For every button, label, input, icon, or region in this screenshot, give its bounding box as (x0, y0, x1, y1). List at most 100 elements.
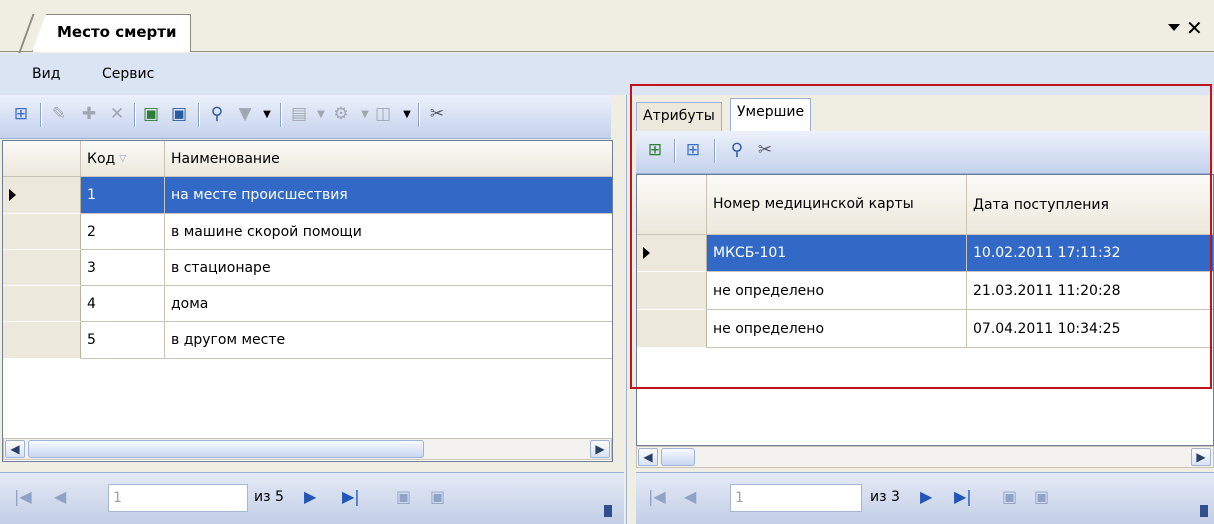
document-tab[interactable]: Место смерти (32, 14, 192, 52)
edit-icon[interactable]: ✎ (48, 103, 70, 125)
right-grid: Номер медицинской карты Дата поступления… (636, 174, 1214, 446)
column-header-name[interactable]: Наименование (165, 141, 612, 177)
scroll-right-icon[interactable]: ▶ (590, 440, 610, 458)
menu-view[interactable]: Вид (32, 66, 60, 82)
delete-icon[interactable]: ✕ (106, 103, 128, 125)
next-record-icon[interactable]: ▶ (304, 487, 316, 506)
expand-icon[interactable]: ⊞ (644, 139, 666, 161)
delete-record-icon[interactable]: ▣ (1034, 487, 1049, 506)
navigator-options-icon[interactable] (1200, 505, 1208, 517)
close-icon[interactable]: ✕ (1186, 16, 1203, 40)
filter-icon[interactable]: ▼ (234, 103, 256, 125)
save-all-icon[interactable]: ▣ (168, 103, 190, 125)
cell-admission-date[interactable]: 07.04.2011 10:34:25 (967, 310, 1213, 348)
cell-name[interactable]: на месте происшествия (165, 177, 612, 214)
row-selector[interactable] (3, 286, 81, 322)
window-menu-dropdown-icon[interactable] (1168, 24, 1180, 31)
left-toolbar: ⊞ ✎ ✚ ✕ ▣ ▣ ⚲ ▼ ▼ ▤ ▼ ⚙ ▼ ◫ ▼ ✂ (0, 95, 611, 139)
cell-name[interactable]: в стационаре (165, 250, 612, 286)
toolbar-separator (418, 103, 420, 127)
binoculars-icon[interactable]: ⚲ (726, 139, 748, 161)
tools-icon[interactable]: ✂ (426, 103, 448, 125)
toolbar-separator (674, 139, 676, 163)
row-selector[interactable] (3, 177, 81, 214)
last-record-icon[interactable]: ▶| (342, 487, 360, 506)
sort-indicator-icon: ▽ (119, 153, 127, 164)
first-record-icon[interactable]: |◀ (648, 487, 666, 506)
right-toolbar: ⊞ ⊞ ⚲ ✂ (636, 131, 1212, 174)
scroll-thumb[interactable] (661, 448, 695, 466)
row-selector[interactable] (637, 310, 707, 348)
horizontal-scrollbar[interactable]: ◀ ▶ (3, 438, 612, 460)
row-selector[interactable] (637, 272, 707, 310)
cell-code[interactable]: 4 (81, 286, 165, 322)
insert-record-icon[interactable]: ▣ (396, 487, 411, 506)
scroll-thumb[interactable] (28, 440, 424, 458)
cell-name[interactable]: в другом месте (165, 322, 612, 359)
refresh-grid-icon[interactable]: ⊞ (10, 103, 32, 125)
row-selector[interactable] (3, 322, 81, 359)
record-count-label: из 3 (870, 489, 900, 505)
delete-record-icon[interactable]: ▣ (430, 487, 445, 506)
menu-service[interactable]: Сервис (102, 66, 154, 82)
first-record-icon[interactable]: |◀ (14, 487, 32, 506)
tab-edge (18, 14, 35, 54)
menu-bar: Вид Сервис (0, 53, 626, 95)
row-selector[interactable] (3, 250, 81, 286)
tab-attributes[interactable]: Атрибуты (636, 102, 722, 131)
tools-icon[interactable]: ✂ (754, 139, 776, 161)
row-selector[interactable] (3, 214, 81, 250)
record-count-label: из 5 (254, 489, 284, 505)
scroll-left-icon[interactable]: ◀ (638, 448, 658, 466)
row-selector[interactable] (637, 235, 707, 272)
scroll-left-icon[interactable]: ◀ (5, 440, 25, 458)
last-record-icon[interactable]: ▶| (954, 487, 972, 506)
scroll-right-icon[interactable]: ▶ (1191, 448, 1211, 466)
cell-name[interactable]: в машине скорой помощи (165, 214, 612, 250)
chevron-down-icon[interactable]: ▼ (310, 103, 332, 125)
chevron-down-icon[interactable]: ▼ (256, 103, 278, 125)
toolbar-separator (714, 139, 716, 163)
right-record-navigator: |◀ ◀ 1 из 3 ▶ ▶| ▣ ▣ (636, 472, 1214, 524)
grid-header: Код ▽ Наименование (3, 141, 612, 177)
next-record-icon[interactable]: ▶ (920, 487, 932, 506)
document-icon[interactable]: ▤ (288, 103, 310, 125)
cell-code[interactable]: 3 (81, 250, 165, 286)
tab-deceased[interactable]: Умершие (730, 98, 812, 131)
horizontal-scrollbar[interactable]: ◀ ▶ (636, 446, 1214, 468)
cell-code[interactable]: 5 (81, 322, 165, 359)
add-icon[interactable]: ✚ (78, 103, 100, 125)
cell-code[interactable]: 2 (81, 214, 165, 250)
gear-icon[interactable]: ⚙ (330, 103, 352, 125)
record-number-input[interactable]: 1 (730, 484, 862, 512)
toolbar-separator (134, 103, 136, 127)
binoculars-icon[interactable]: ⚲ (206, 103, 228, 125)
cell-card-number[interactable]: не определено (707, 272, 967, 310)
cell-code[interactable]: 1 (81, 177, 165, 214)
record-number-input[interactable]: 1 (108, 484, 248, 512)
toolbar-separator (280, 103, 282, 127)
left-grid: Код ▽ Наименование 1 на месте происшестви… (2, 140, 613, 462)
windows-icon[interactable]: ◫ (372, 103, 394, 125)
chevron-down-icon[interactable]: ▼ (396, 103, 418, 125)
prev-record-icon[interactable]: ◀ (54, 487, 66, 506)
grid-header: Номер медицинской карты Дата поступления (637, 175, 1213, 235)
cell-card-number[interactable]: МКСБ-101 (707, 235, 967, 272)
cell-card-number[interactable]: не определено (707, 310, 967, 348)
refresh-grid-icon[interactable]: ⊞ (682, 139, 704, 161)
cell-name[interactable]: дома (165, 286, 612, 322)
cell-admission-date[interactable]: 10.02.2011 17:11:32 (967, 235, 1213, 272)
row-header-corner (637, 175, 707, 235)
column-header-code[interactable]: Код ▽ (81, 141, 165, 177)
insert-record-icon[interactable]: ▣ (1002, 487, 1017, 506)
document-tabstrip: Место смерти ✕ (0, 0, 1214, 54)
column-header-admission-date[interactable]: Дата поступления (967, 175, 1213, 235)
cell-admission-date[interactable]: 21.03.2011 11:20:28 (967, 272, 1213, 310)
prev-record-icon[interactable]: ◀ (684, 487, 696, 506)
row-header-corner (3, 141, 81, 177)
column-header-card-number[interactable]: Номер медицинской карты (707, 175, 967, 235)
toolbar-separator (198, 103, 200, 127)
navigator-options-icon[interactable] (604, 505, 612, 517)
current-row-icon (9, 189, 16, 201)
save-icon[interactable]: ▣ (140, 103, 162, 125)
